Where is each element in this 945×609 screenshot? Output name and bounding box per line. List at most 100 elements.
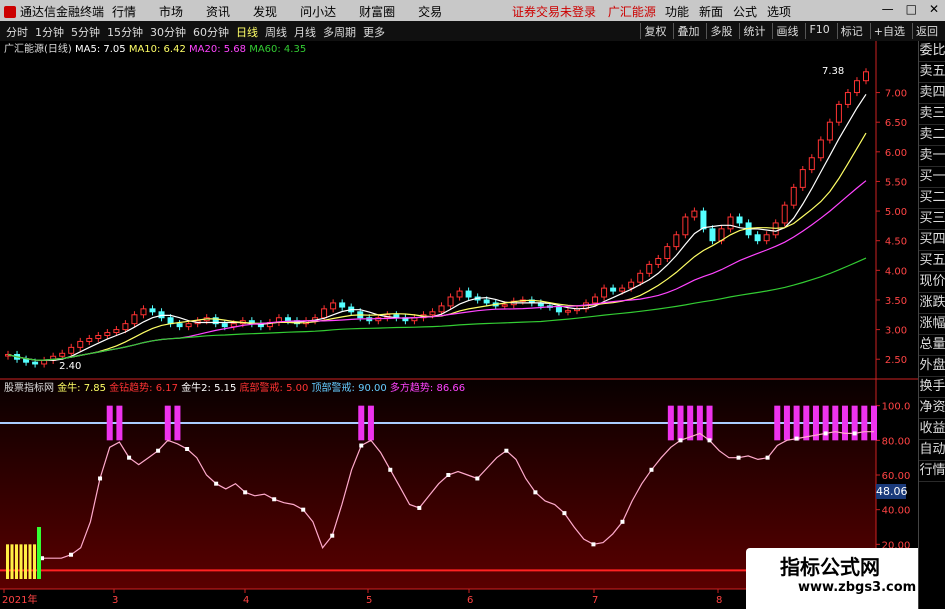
maximize-icon[interactable]: □ xyxy=(906,2,917,16)
menu-item-options[interactable]: 选项 xyxy=(767,3,791,20)
candle-body xyxy=(158,311,165,319)
sidebar-item[interactable]: 委比 xyxy=(919,41,945,62)
menu-item[interactable]: 市场 xyxy=(159,3,183,20)
candle-body xyxy=(817,139,824,159)
bottom-signal-bar xyxy=(10,544,14,579)
candle-body xyxy=(844,92,851,105)
main-panel-bg xyxy=(0,41,918,379)
tab-period[interactable]: 周线 xyxy=(265,24,287,40)
tab-period[interactable]: 5分钟 xyxy=(71,24,100,40)
tab-period[interactable]: 30分钟 xyxy=(150,24,186,40)
chart-area[interactable]: 7.00 6.50 6.00 5.50 5.00 4.50 4.00 3.50 3.00 2.50… xyxy=(0,41,945,609)
multi-stock-button[interactable]: 多股 xyxy=(706,23,735,39)
trend-marker xyxy=(359,443,364,448)
menu-item[interactable]: 财富圈 xyxy=(359,3,395,20)
tab-period[interactable]: 日线 xyxy=(236,24,258,40)
menu-item[interactable]: 交易 xyxy=(418,3,442,20)
minimize-icon[interactable]: — xyxy=(882,2,894,16)
watermark-title: 指标公式网 xyxy=(780,555,880,579)
tab-period[interactable]: 60分钟 xyxy=(193,24,229,40)
candle-body xyxy=(23,358,30,363)
bottom-signal-bar xyxy=(15,544,18,579)
low-price-label: 2.40 xyxy=(59,361,81,372)
candle-body xyxy=(655,257,662,265)
tab-period[interactable]: 1分钟 xyxy=(35,24,64,40)
price-tick-label: 7.00 xyxy=(885,89,907,100)
indicator-tick-label: 60.00 xyxy=(882,471,911,482)
legend-ma-value: MA20: 5.68 xyxy=(189,44,249,55)
f10-button[interactable]: F10 xyxy=(805,23,832,39)
trend-marker xyxy=(649,467,654,472)
menu-item[interactable]: 发现 xyxy=(253,3,277,20)
close-icon[interactable]: ✕ xyxy=(929,2,939,16)
candle-body xyxy=(86,337,93,342)
candle-body xyxy=(438,305,445,313)
bottom-signal-bar xyxy=(19,544,23,579)
sidebar-item[interactable]: 卖四 xyxy=(919,83,945,104)
sidebar-item[interactable]: 卖二 xyxy=(919,125,945,146)
menu-item-new-page[interactable]: 新面 xyxy=(699,3,723,20)
sidebar-item[interactable]: 卖一 xyxy=(919,146,945,167)
candle-body xyxy=(763,234,770,242)
price-chart[interactable]: 7.00 6.50 6.00 5.50 5.00 4.50 4.00 3.50 3.00 2.50… xyxy=(0,41,918,609)
restore-rights-button[interactable]: 复权 xyxy=(640,23,669,39)
menu-item[interactable]: 问小达 xyxy=(300,3,336,20)
candle-body xyxy=(808,157,815,171)
statistics-button[interactable]: 统计 xyxy=(739,23,768,39)
legend-stock-name: 广汇能源(日线) xyxy=(4,42,75,55)
mark-button[interactable]: 标记 xyxy=(836,23,866,39)
sidebar-item[interactable]: 涨跌 xyxy=(919,293,945,314)
login-status[interactable]: 证券交易未登录 xyxy=(512,5,596,19)
trend-marker xyxy=(533,490,538,495)
trend-marker xyxy=(127,455,132,460)
x-tick-label: 7 xyxy=(592,595,598,606)
menu-item-formula[interactable]: 公式 xyxy=(733,3,757,20)
sidebar-item[interactable]: 现价 xyxy=(919,272,945,293)
sidebar-item[interactable]: 总量 xyxy=(919,335,945,356)
sidebar-item[interactable]: 行情 xyxy=(919,461,945,482)
sidebar-item[interactable]: 买四 xyxy=(919,230,945,251)
sidebar-item[interactable]: 买二 xyxy=(919,188,945,209)
candle-body xyxy=(610,287,617,292)
sidebar-item[interactable]: 外盘 xyxy=(919,356,945,377)
tab-period[interactable]: 月线 xyxy=(294,24,316,40)
sidebar-item[interactable]: 自动 xyxy=(919,440,945,461)
overlay-button[interactable]: 叠加 xyxy=(673,23,702,39)
sidebar-item[interactable]: 换手 xyxy=(919,377,945,398)
tab-period[interactable]: 15分钟 xyxy=(107,24,143,40)
candle-body xyxy=(637,272,644,283)
sidebar-item[interactable]: 收益 xyxy=(919,419,945,440)
sidebar-item[interactable]: 净资 xyxy=(919,398,945,419)
app-logo-icon xyxy=(4,5,16,18)
candle-body xyxy=(32,361,39,365)
menu-item-function[interactable]: 功能 xyxy=(665,3,689,20)
tab-period[interactable]: 分时 xyxy=(6,24,28,40)
indicator-legend-item: 股票指标网 xyxy=(4,381,57,394)
x-tick-label: 6 xyxy=(467,595,473,606)
trend-marker xyxy=(504,448,509,453)
draw-line-button[interactable]: 画线 xyxy=(772,23,801,39)
price-tick-label: 6.50 xyxy=(885,118,907,129)
trend-marker xyxy=(301,507,306,512)
menu-item[interactable]: 资讯 xyxy=(206,3,230,20)
tab-period[interactable]: 多周期 xyxy=(323,24,356,40)
sidebar-item[interactable]: 买三 xyxy=(919,209,945,230)
high-price-label: 7.38 xyxy=(822,66,844,77)
candle-body xyxy=(673,234,680,248)
sidebar-item[interactable]: 卖五 xyxy=(919,62,945,83)
tab-period[interactable]: 更多 xyxy=(363,24,385,40)
overbought-bar xyxy=(367,405,374,441)
indicator-legend-item: 金钻趋势: 6.17 xyxy=(109,381,181,394)
back-button[interactable]: 返回 xyxy=(912,23,941,39)
candle-body xyxy=(619,287,626,292)
bottom-signal-bar xyxy=(28,544,32,579)
sidebar-item[interactable]: 买五 xyxy=(919,251,945,272)
menu-item[interactable]: 行情 xyxy=(112,3,136,20)
candle-body xyxy=(826,121,833,141)
candle-body xyxy=(113,329,120,334)
sidebar-item[interactable]: 买一 xyxy=(919,167,945,188)
candle-body xyxy=(799,169,806,188)
add-watchlist-button[interactable]: +自选 xyxy=(869,23,908,39)
sidebar-item[interactable]: 涨幅 xyxy=(919,314,945,335)
sidebar-item[interactable]: 卖三 xyxy=(919,104,945,125)
